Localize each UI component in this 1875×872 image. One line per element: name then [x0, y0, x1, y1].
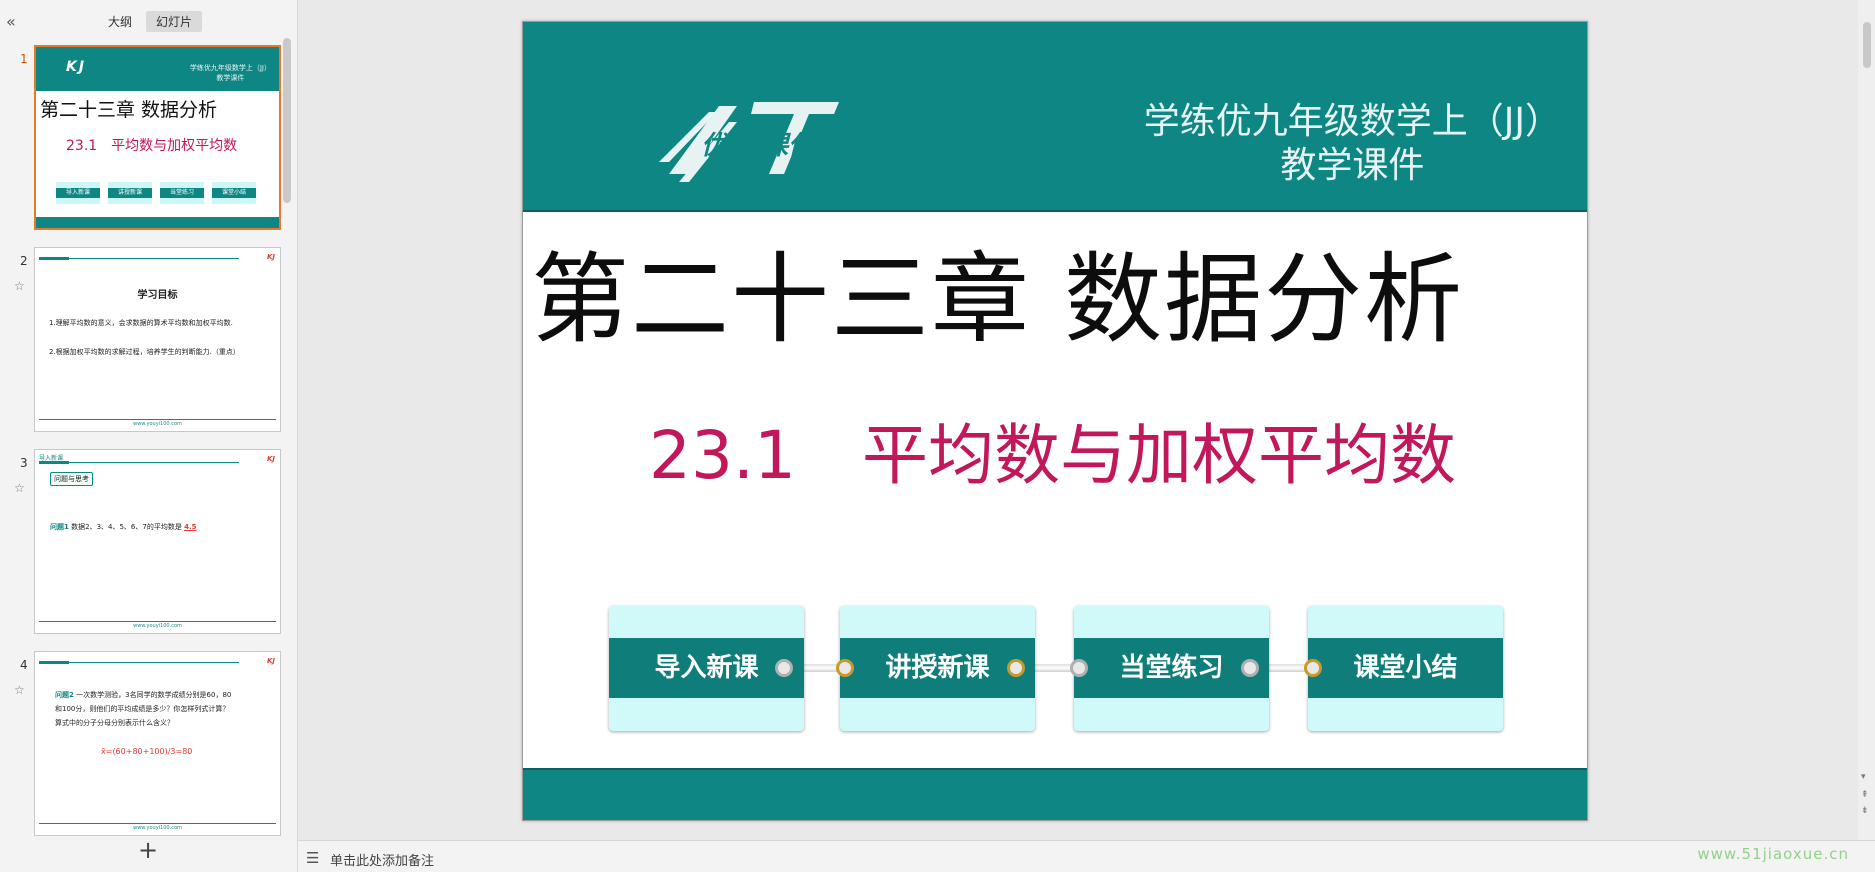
nav-connector-dot	[775, 659, 793, 677]
slide-thumbnail-2[interactable]: KJ 学习目标 1.理解平均数的意义，会求数据的算术平均数和加权平均数. 2.根…	[34, 247, 281, 432]
thumb-question: 问题2 一次数学测验，3名同学的数学成绩分别是60，80	[55, 691, 232, 699]
thumb-text: 算式中的分子分母分别表示什么含义？	[55, 719, 174, 727]
thumb-text: 1.理解平均数的意义，会求数据的算术平均数和加权平均数.	[49, 319, 233, 327]
thumb-subtitle: 23.1 平均数与加权平均数	[66, 138, 238, 154]
thumb-nav-buttons: 导入新课 讲授新课 当堂练习 课堂小结	[56, 182, 256, 204]
slide-thumbnail-1[interactable]: KJ 学练优九年级数学上（JJ） 教学课件 第二十三章 数据分析 23.1 平均…	[34, 45, 281, 230]
thumb-question: 问题1 数据2、3、4、5、6、7的平均数是 4.5	[50, 523, 197, 531]
nav-connector-dot	[836, 659, 854, 677]
thumb-formula: x̄=(60+80+100)/3=80	[101, 747, 193, 756]
slide-panel: « 大纲 幻灯片 1 KJ 学练优九年级数学上（JJ） 教学课件 第二十三章 数…	[0, 0, 298, 872]
nav-connector-dot	[1070, 659, 1088, 677]
collapse-panel-button[interactable]: «	[6, 12, 16, 31]
next-slide-icon[interactable]: ⇟	[1861, 806, 1869, 816]
nav-connector-dot	[1007, 659, 1025, 677]
thumbnail-scrollbar[interactable]	[283, 38, 291, 203]
thumb-bottom-line	[39, 621, 276, 622]
watermark: www.51jiaoxue.cn	[1697, 845, 1849, 863]
thumb-text: 和100分，则他们的平均成绩是多少？你怎样列式计算？	[55, 705, 230, 713]
thumb-bottom-line	[39, 419, 276, 420]
slide-header-text: 学练优九年级数学上（JJ） 教学课件	[1144, 100, 1561, 188]
thumb-answer: 4.5	[184, 523, 197, 531]
thumb-header-band: KJ 学练优九年级数学上（JJ） 教学课件	[36, 47, 279, 91]
thumb-title: 第二十三章 数据分析	[40, 99, 218, 121]
thumb-label-box: 问题与思考	[50, 472, 93, 486]
thumb-heading: 学习目标	[137, 290, 178, 301]
thumb-top-line	[39, 461, 239, 464]
nav-connector-dot	[1304, 659, 1322, 677]
nav-button-practice[interactable]: 当堂练习	[1074, 606, 1269, 731]
thumb-nav-button: 导入新课	[56, 182, 100, 204]
slide-footer-band	[523, 768, 1587, 820]
thumb-url: www.youyi100.com	[133, 825, 182, 831]
nav-button-summary[interactable]: 课堂小结	[1308, 606, 1503, 731]
lesson-nav-row: 导入新课 讲授新课 当堂练习 课堂小结	[609, 606, 1503, 731]
tab-slides[interactable]: 幻灯片	[146, 11, 203, 32]
slide-subtitle[interactable]: 23.1 平均数与加权平均数	[649, 402, 1456, 498]
thumbnail-number: 3	[20, 456, 28, 470]
animation-star-icon: ☆	[14, 481, 25, 495]
thumb-nav-button: 课堂小结	[212, 182, 256, 204]
thumbnail-number: 1	[20, 52, 28, 66]
notes-input[interactable]: 单击此处添加备注	[330, 850, 434, 869]
logo: KJ	[66, 59, 87, 75]
view-tabs: 大纲 幻灯片	[98, 11, 203, 32]
section-number: 23.1	[649, 417, 796, 494]
previous-slide-icon[interactable]: ⇞	[1861, 790, 1869, 800]
thumb-top-line	[39, 661, 239, 664]
logo-text: 优翼 课件	[701, 131, 817, 161]
nav-connector-dot	[1241, 659, 1259, 677]
thumbnail-number: 4	[20, 658, 28, 672]
header-line-2: 教学课件	[1280, 145, 1425, 186]
notes-bar: ☰ 单击此处添加备注 www.51jiaoxue.cn	[298, 840, 1875, 872]
animation-star-icon: ☆	[14, 683, 25, 697]
logo: 优翼 课件	[659, 102, 839, 182]
thumb-nav-button: 讲授新课	[108, 182, 152, 204]
vertical-scrollbar[interactable]: ▾ ⇞ ⇟	[1858, 0, 1875, 840]
scrollbar-thumb[interactable]	[1863, 22, 1871, 68]
slide-canvas[interactable]: 优翼 课件 学练优九年级数学上（JJ） 教学课件 第二十三章 数据分析 23.1…	[522, 21, 1588, 821]
thumbnail-number: 2	[20, 254, 28, 268]
logo: KJ	[266, 455, 275, 463]
thumb-url: www.youyi100.com	[133, 421, 182, 427]
thumb-footer-band	[36, 217, 279, 228]
animation-star-icon: ☆	[14, 279, 25, 293]
add-slide-button[interactable]: +	[138, 838, 158, 862]
slide-thumbnail-4[interactable]: KJ 问题2 一次数学测验，3名同学的数学成绩分别是60，80 和100分，则他…	[34, 651, 281, 836]
nav-button-lecture[interactable]: 讲授新课	[840, 606, 1035, 731]
slide-header-band: 优翼 课件 学练优九年级数学上（JJ） 教学课件	[523, 22, 1587, 212]
thumb-header-text: 学练优九年级数学上（JJ） 教学课件	[189, 64, 271, 82]
thumb-top-line	[39, 257, 239, 260]
thumb-nav-button: 当堂练习	[160, 182, 204, 204]
notes-icon: ☰	[306, 849, 320, 867]
slide-thumbnail-3[interactable]: 导入新课 KJ 问题与思考 问题1 数据2、3、4、5、6、7的平均数是 4.5…	[34, 449, 281, 634]
thumb-bottom-line	[39, 823, 276, 824]
thumb-url: www.youyi100.com	[133, 623, 182, 629]
thumb-text: 2.根据加权平均数的求解过程，培养学生的判断能力.（重点）	[49, 348, 240, 356]
header-line-1: 学练优九年级数学上（JJ）	[1143, 101, 1561, 142]
tab-outline[interactable]: 大纲	[98, 11, 142, 32]
scroll-down-icon[interactable]: ▾	[1861, 772, 1866, 782]
logo: KJ	[266, 657, 275, 665]
logo: KJ	[266, 253, 275, 261]
section-title: 平均数与加权平均数	[861, 417, 1456, 494]
slide-title[interactable]: 第二十三章 数据分析	[531, 220, 1464, 362]
